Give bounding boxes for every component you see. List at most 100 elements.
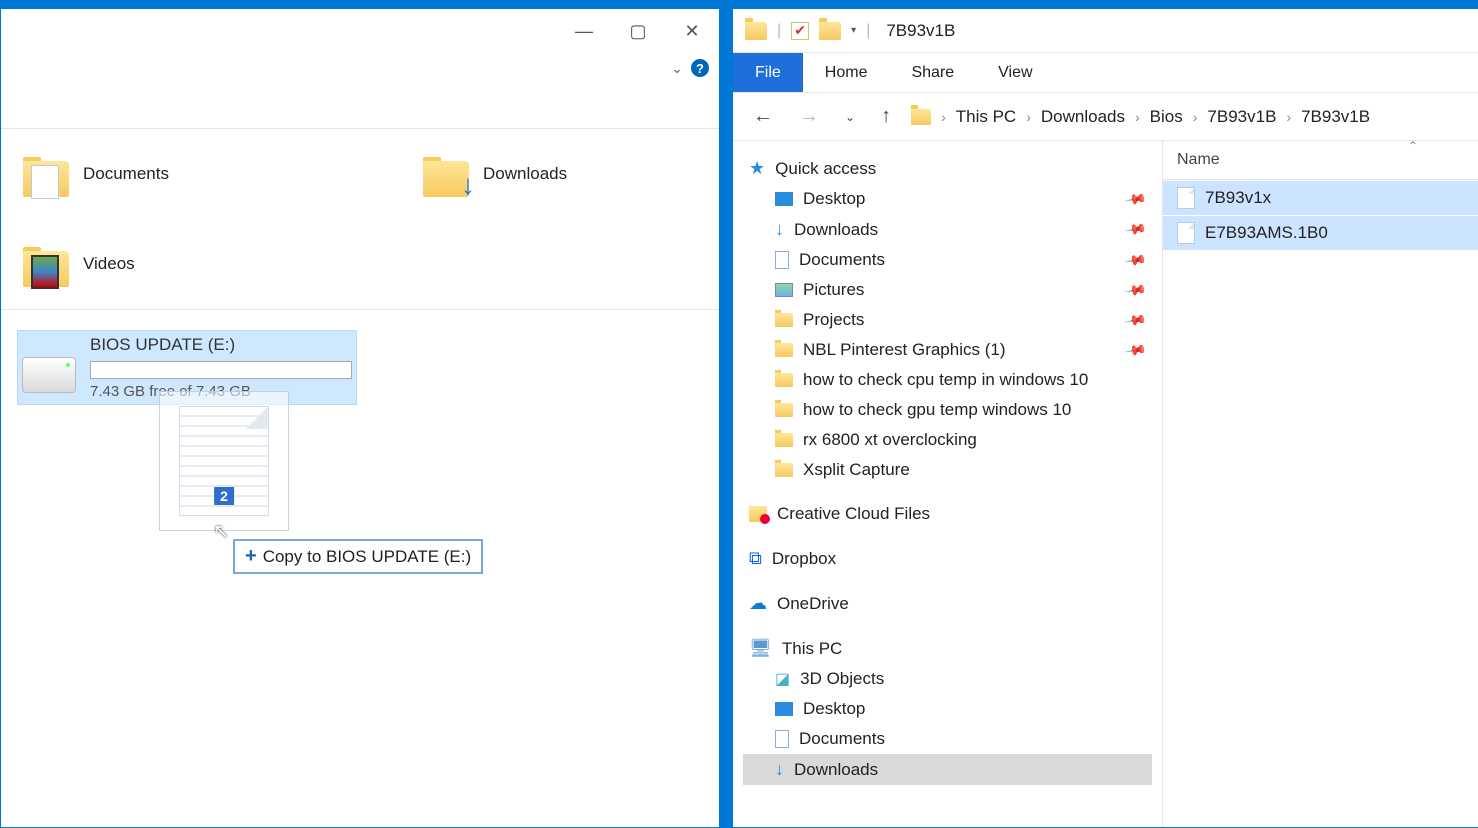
breadcrumb[interactable]: › This PC › Downloads › Bios › 7B93v1B ›… [911, 107, 1464, 127]
3d-objects-icon: ◪ [775, 669, 790, 689]
maximize-button[interactable]: ▢ [611, 11, 665, 51]
up-button[interactable]: ↑ [875, 101, 897, 132]
file-row[interactable]: 7B93v1x [1163, 180, 1478, 215]
qat-properties-icon[interactable]: ✔ [791, 22, 809, 40]
breadcrumb-segment[interactable]: Downloads [1041, 107, 1125, 127]
creative-cloud-icon [749, 506, 767, 522]
folder-icon [775, 433, 793, 447]
address-bar-left[interactable] [1, 83, 719, 129]
explorer-window-right: | ✔ ▾ | 7B93v1B File Home Share View ← →… [732, 8, 1478, 828]
separator: | [866, 22, 870, 40]
dropbox-icon: ⧉ [749, 548, 762, 569]
nav-label: Xsplit Capture [803, 460, 910, 480]
folder-icon[interactable] [745, 22, 767, 40]
sort-indicator-icon: ⌃ [1408, 141, 1418, 153]
nav-pictures[interactable]: Pictures 📌 [743, 275, 1152, 305]
left-content-area: Documents ↓ Downloads Videos BIOS UPDATE [1, 129, 719, 827]
nav-label: Creative Cloud Files [777, 504, 930, 524]
folder-label: Documents [83, 164, 169, 184]
nav-recent-folder[interactable]: how to check gpu temp windows 10 [743, 395, 1152, 425]
folder-videos[interactable]: Videos [21, 239, 281, 289]
nav-recent-folder[interactable]: rx 6800 xt overclocking [743, 425, 1152, 455]
breadcrumb-segment[interactable]: This PC [956, 107, 1016, 127]
file-row[interactable]: E7B93AMS.1B0 [1163, 215, 1478, 250]
nav-creative-cloud[interactable]: Creative Cloud Files [743, 499, 1152, 529]
column-header-name[interactable]: Name ⌃ [1163, 141, 1478, 180]
forward-button[interactable]: → [793, 101, 825, 132]
folder-icon [21, 239, 71, 289]
folder-icon [775, 463, 793, 477]
pin-icon: 📌 [1123, 308, 1147, 332]
file-name: E7B93AMS.1B0 [1205, 223, 1328, 243]
nav-desktop[interactable]: Desktop📌 [743, 184, 1152, 214]
drop-tooltip: + Copy to BIOS UPDATE (E:) [233, 539, 483, 574]
titlebar-right: | ✔ ▾ | 7B93v1B [733, 9, 1478, 53]
nav-pc-downloads[interactable]: ↓Downloads [743, 754, 1152, 785]
nav-label: Downloads [794, 220, 878, 240]
drag-count-badge: 2 [214, 487, 234, 505]
chevron-right-icon: › [1286, 109, 1291, 125]
pin-icon: 📌 [1123, 187, 1147, 211]
breadcrumb-segment[interactable]: 7B93v1B [1301, 107, 1370, 127]
minimize-button[interactable]: — [557, 11, 611, 51]
nav-downloads[interactable]: ↓ Downloads 📌 [743, 214, 1152, 245]
help-icon[interactable]: ? [691, 59, 709, 77]
nav-onedrive[interactable]: ☁OneDrive [743, 588, 1152, 619]
nav-pc-desktop[interactable]: Desktop [743, 694, 1152, 724]
folder-icon [911, 109, 931, 125]
nav-projects[interactable]: Projects📌 [743, 305, 1152, 335]
tab-file[interactable]: File [733, 53, 803, 92]
tab-home[interactable]: Home [803, 53, 890, 92]
pin-icon: 📌 [1123, 218, 1147, 242]
nav-label: This PC [782, 639, 842, 659]
drive-capacity-bar [90, 361, 352, 379]
nav-recent-folder[interactable]: Xsplit Capture [743, 455, 1152, 485]
chevron-right-icon: › [941, 109, 946, 125]
nav-nbl-pinterest[interactable]: NBL Pinterest Graphics (1)📌 [743, 335, 1152, 365]
folder-documents[interactable]: Documents [21, 149, 281, 199]
breadcrumb-segment[interactable]: Bios [1150, 107, 1183, 127]
breadcrumb-segment[interactable]: 7B93v1B [1207, 107, 1276, 127]
download-icon: ↓ [775, 219, 784, 240]
chevron-down-icon[interactable]: ⌄ [671, 60, 683, 77]
pin-icon: 📌 [1123, 248, 1147, 272]
nav-label: how to check cpu temp in windows 10 [803, 370, 1088, 390]
star-icon: ★ [749, 158, 765, 179]
folder-downloads[interactable]: ↓ Downloads [421, 149, 681, 199]
desktop-icon [775, 192, 793, 206]
this-pc-icon: 🖥 [749, 638, 772, 659]
plus-icon: + [245, 545, 257, 568]
nav-label: how to check gpu temp windows 10 [803, 400, 1071, 420]
folder-icon [775, 373, 793, 387]
tab-view[interactable]: View [976, 53, 1054, 92]
nav-label: Pictures [803, 280, 864, 300]
section-divider [1, 309, 719, 310]
chevron-right-icon: › [1193, 109, 1198, 125]
ribbon-collapse-row: ⌄ ? [1, 53, 719, 83]
nav-quick-access[interactable]: ★ Quick access [743, 153, 1152, 184]
nav-dropbox[interactable]: ⧉Dropbox [743, 543, 1152, 574]
document-icon [775, 730, 789, 748]
close-button[interactable]: ✕ [665, 11, 719, 51]
file-icon [1177, 187, 1195, 209]
pictures-icon [775, 283, 793, 297]
tab-share[interactable]: Share [889, 53, 976, 92]
folder-icon[interactable] [819, 22, 841, 40]
history-dropdown[interactable]: ⌄ [839, 106, 861, 128]
column-label: Name [1177, 151, 1220, 169]
folder-grid: Documents ↓ Downloads Videos [11, 149, 709, 289]
nav-pc-documents[interactable]: Documents [743, 724, 1152, 754]
nav-this-pc[interactable]: 🖥 This PC [743, 633, 1152, 664]
desktop-icon [775, 702, 793, 716]
window-title: 7B93v1B [886, 21, 955, 41]
nav-label: rx 6800 xt overclocking [803, 430, 977, 450]
pin-icon: 📌 [1123, 278, 1147, 302]
chevron-down-icon[interactable]: ▾ [851, 25, 856, 36]
nav-recent-folder[interactable]: how to check cpu temp in windows 10 [743, 365, 1152, 395]
nav-documents[interactable]: Documents 📌 [743, 245, 1152, 275]
nav-3d-objects[interactable]: ◪3D Objects [743, 664, 1152, 694]
nav-label: OneDrive [777, 594, 849, 614]
nav-label: NBL Pinterest Graphics (1) [803, 340, 1006, 360]
back-button[interactable]: ← [747, 101, 779, 132]
nav-label: Documents [799, 250, 885, 270]
